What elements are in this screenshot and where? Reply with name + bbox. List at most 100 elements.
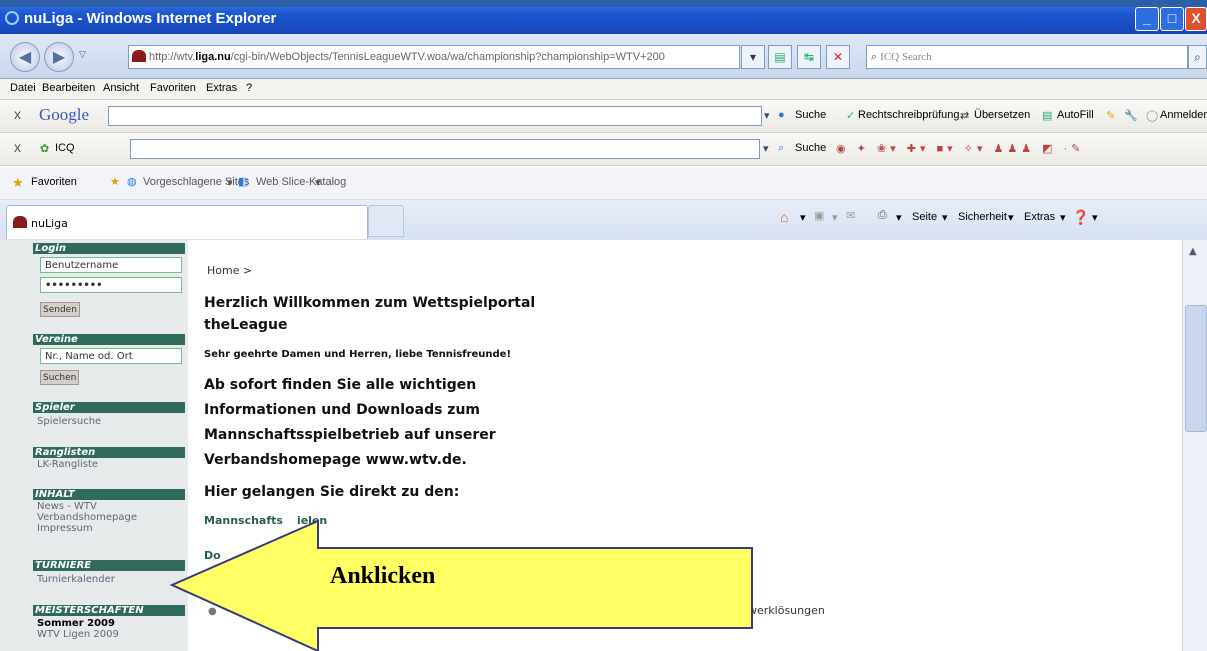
icq-brand[interactable]: ICQ bbox=[55, 142, 75, 154]
google-search-input[interactable] bbox=[108, 106, 762, 126]
google-search-dropdown[interactable]: ▾ bbox=[764, 109, 770, 122]
security-menu[interactable]: Sicherheit bbox=[958, 211, 1007, 223]
login-heading: Login bbox=[33, 243, 185, 254]
menu-bearbeiten[interactable]: Bearbeiten bbox=[42, 82, 95, 94]
extras-menu-dropdown[interactable]: ▾ bbox=[1060, 211, 1066, 224]
tab-favicon-icon bbox=[13, 216, 27, 228]
icq-search-dropdown[interactable]: ▾ bbox=[763, 142, 769, 155]
menu-extras[interactable]: Extras bbox=[206, 82, 237, 94]
page-menu[interactable]: Seite bbox=[912, 211, 937, 223]
compatibility-view-icon[interactable]: ▤ bbox=[768, 45, 792, 69]
mail-icon[interactable]: ✉ bbox=[846, 209, 855, 222]
back-arrow-icon: ◀ bbox=[18, 47, 32, 66]
icq-toolbar: x ✿ ICQ ▾ ⌕ Suche ◉ ✦ ❀▾ ✚▾ ■▾ ✧▾ ♟♟♟ ◩ … bbox=[0, 133, 1207, 166]
imprint-link[interactable]: Impressum bbox=[37, 523, 93, 534]
page-menu-dropdown[interactable]: ▾ bbox=[942, 211, 948, 224]
scrollbar-thumb[interactable] bbox=[1185, 305, 1207, 432]
minimize-button[interactable]: _ bbox=[1135, 7, 1159, 31]
google-logo: Google bbox=[39, 105, 90, 124]
news-link[interactable]: News - WTV bbox=[37, 501, 97, 512]
settings-wrench-icon[interactable]: 🔧 bbox=[1124, 109, 1138, 122]
menu-ansicht[interactable]: Ansicht bbox=[103, 82, 139, 94]
google-search-button[interactable]: Suche bbox=[795, 109, 826, 121]
password-field[interactable]: ••••••••• bbox=[40, 277, 182, 293]
signin-icon: ◯ bbox=[1146, 110, 1159, 122]
menu-help[interactable]: ? bbox=[246, 82, 252, 94]
feeds-dropdown[interactable]: ▾ bbox=[832, 211, 838, 224]
close-button[interactable]: X bbox=[1185, 7, 1207, 31]
scroll-up-icon[interactable]: ▲ bbox=[1189, 246, 1197, 257]
spellcheck-button[interactable]: Rechtschreibprüfung bbox=[858, 109, 960, 121]
address-field[interactable]: http://wtv.liga.nu/cgi-bin/WebObjects/Te… bbox=[128, 45, 740, 69]
wtv-leagues-link[interactable]: WTV Ligen 2009 bbox=[37, 629, 119, 640]
address-dropdown-button[interactable]: ▾ bbox=[741, 45, 765, 69]
content-heading: INHALT bbox=[33, 489, 185, 500]
association-homepage-link[interactable]: Verbandshomepage bbox=[37, 512, 137, 523]
suggested-sites-link[interactable]: Vorgeschlagene Sites bbox=[143, 176, 249, 188]
home-icon[interactable]: ⌂ bbox=[780, 209, 788, 225]
info-line-2: Informationen und Downloads zum bbox=[204, 402, 481, 418]
search-button[interactable]: ⌕ bbox=[1188, 45, 1207, 69]
icq-tool-icons[interactable]: ◉ ✦ ❀▾ ✚▾ ■▾ ✧▾ ♟♟♟ ◩ ·✎ bbox=[836, 142, 1085, 155]
web-slice-link[interactable]: Web Slice-Katalog bbox=[256, 176, 346, 188]
tournament-calendar-link[interactable]: Turnierkalender bbox=[37, 574, 115, 585]
back-button[interactable]: ◀ bbox=[10, 42, 40, 72]
club-search-button[interactable]: Suchen bbox=[40, 370, 80, 385]
player-search-link[interactable]: Spielersuche bbox=[37, 416, 101, 427]
forward-arrow-icon: ▶ bbox=[52, 47, 66, 66]
greeting-text: Sehr geehrte Damen und Herren, liebe Ten… bbox=[204, 349, 512, 360]
welcome-heading-line2: theLeague bbox=[204, 317, 288, 333]
menu-bar: Datei Bearbeiten Ansicht Favoriten Extra… bbox=[0, 79, 1207, 100]
highlighter-icon[interactable]: ✎ bbox=[1106, 109, 1115, 122]
suggested-sites-dropdown[interactable]: ▾ bbox=[227, 176, 233, 189]
annotation-arrow-shape bbox=[169, 520, 753, 651]
autofill-button[interactable]: AutoFill bbox=[1057, 109, 1094, 121]
summer-2009-item[interactable]: Sommer 2009 bbox=[37, 618, 115, 629]
security-menu-dropdown[interactable]: ▾ bbox=[1008, 211, 1014, 224]
spellcheck-icon: ✓ bbox=[846, 110, 856, 122]
refresh-icon[interactable]: ↹ bbox=[797, 45, 821, 69]
translate-icon: ⇄ bbox=[960, 110, 970, 122]
maximize-button[interactable]: □ bbox=[1160, 7, 1184, 31]
vertical-scrollbar[interactable]: ▲ bbox=[1182, 240, 1207, 651]
new-tab-button[interactable] bbox=[368, 205, 404, 237]
annotation-arrow bbox=[169, 520, 753, 651]
favorites-button[interactable]: Favoriten bbox=[31, 176, 77, 188]
print-dropdown[interactable]: ▾ bbox=[896, 211, 902, 224]
menu-datei[interactable]: Datei bbox=[10, 82, 36, 94]
icq-toolbar-close[interactable]: x bbox=[14, 139, 21, 155]
tab-nuliga[interactable]: nuLiga bbox=[6, 205, 368, 239]
menu-favoriten[interactable]: Favoriten bbox=[150, 82, 196, 94]
feeds-icon[interactable]: ▣ bbox=[814, 209, 824, 222]
translate-button[interactable]: Übersetzen bbox=[974, 109, 1030, 121]
url-domain: liga.nu bbox=[195, 51, 231, 63]
username-field[interactable]: Benutzername bbox=[40, 257, 182, 273]
home-dropdown[interactable]: ▾ bbox=[800, 211, 806, 224]
info-line-3: Mannschaftsspielbetrieb auf unserer bbox=[204, 427, 496, 443]
welcome-heading-line1: Herzlich Willkommen zum Wettspielportal bbox=[204, 295, 536, 311]
breadcrumb[interactable]: Home > bbox=[207, 264, 252, 277]
icq-search-button[interactable]: Suche bbox=[795, 142, 826, 154]
autofill-icon: ▤ bbox=[1042, 110, 1053, 122]
print-icon[interactable]: ⎙ bbox=[878, 209, 887, 222]
icq-search-input[interactable] bbox=[130, 139, 760, 159]
web-slice-dropdown[interactable]: ▾ bbox=[315, 176, 321, 189]
signin-button[interactable]: Anmelden bbox=[1160, 109, 1207, 121]
favorites-star-icon: ★ bbox=[12, 175, 24, 190]
stop-icon[interactable]: ✕ bbox=[826, 45, 850, 69]
club-search-field[interactable]: Nr., Name od. Ort bbox=[40, 348, 182, 364]
google-toolbar-close[interactable]: x bbox=[14, 106, 21, 122]
extras-menu[interactable]: Extras bbox=[1024, 211, 1055, 223]
login-send-button[interactable]: Senden bbox=[40, 302, 80, 317]
lk-ranking-link[interactable]: LK-Rangliste bbox=[37, 459, 98, 470]
history-dropdown-icon[interactable]: ▽ bbox=[79, 50, 86, 60]
add-favorite-icon[interactable]: ★ bbox=[110, 175, 120, 188]
search-placeholder: ICQ Search bbox=[880, 51, 932, 63]
help-icon[interactable]: ❓ bbox=[1072, 209, 1089, 226]
help-dropdown[interactable]: ▾ bbox=[1092, 211, 1098, 224]
rankings-heading: Ranglisten bbox=[33, 447, 185, 458]
icq-flower-icon: ✿ bbox=[40, 143, 50, 155]
forward-button[interactable]: ▶ bbox=[44, 42, 74, 72]
search-input[interactable]: ⌕ ICQ Search bbox=[866, 45, 1188, 69]
ie-globe-icon: ◍ bbox=[127, 176, 137, 188]
